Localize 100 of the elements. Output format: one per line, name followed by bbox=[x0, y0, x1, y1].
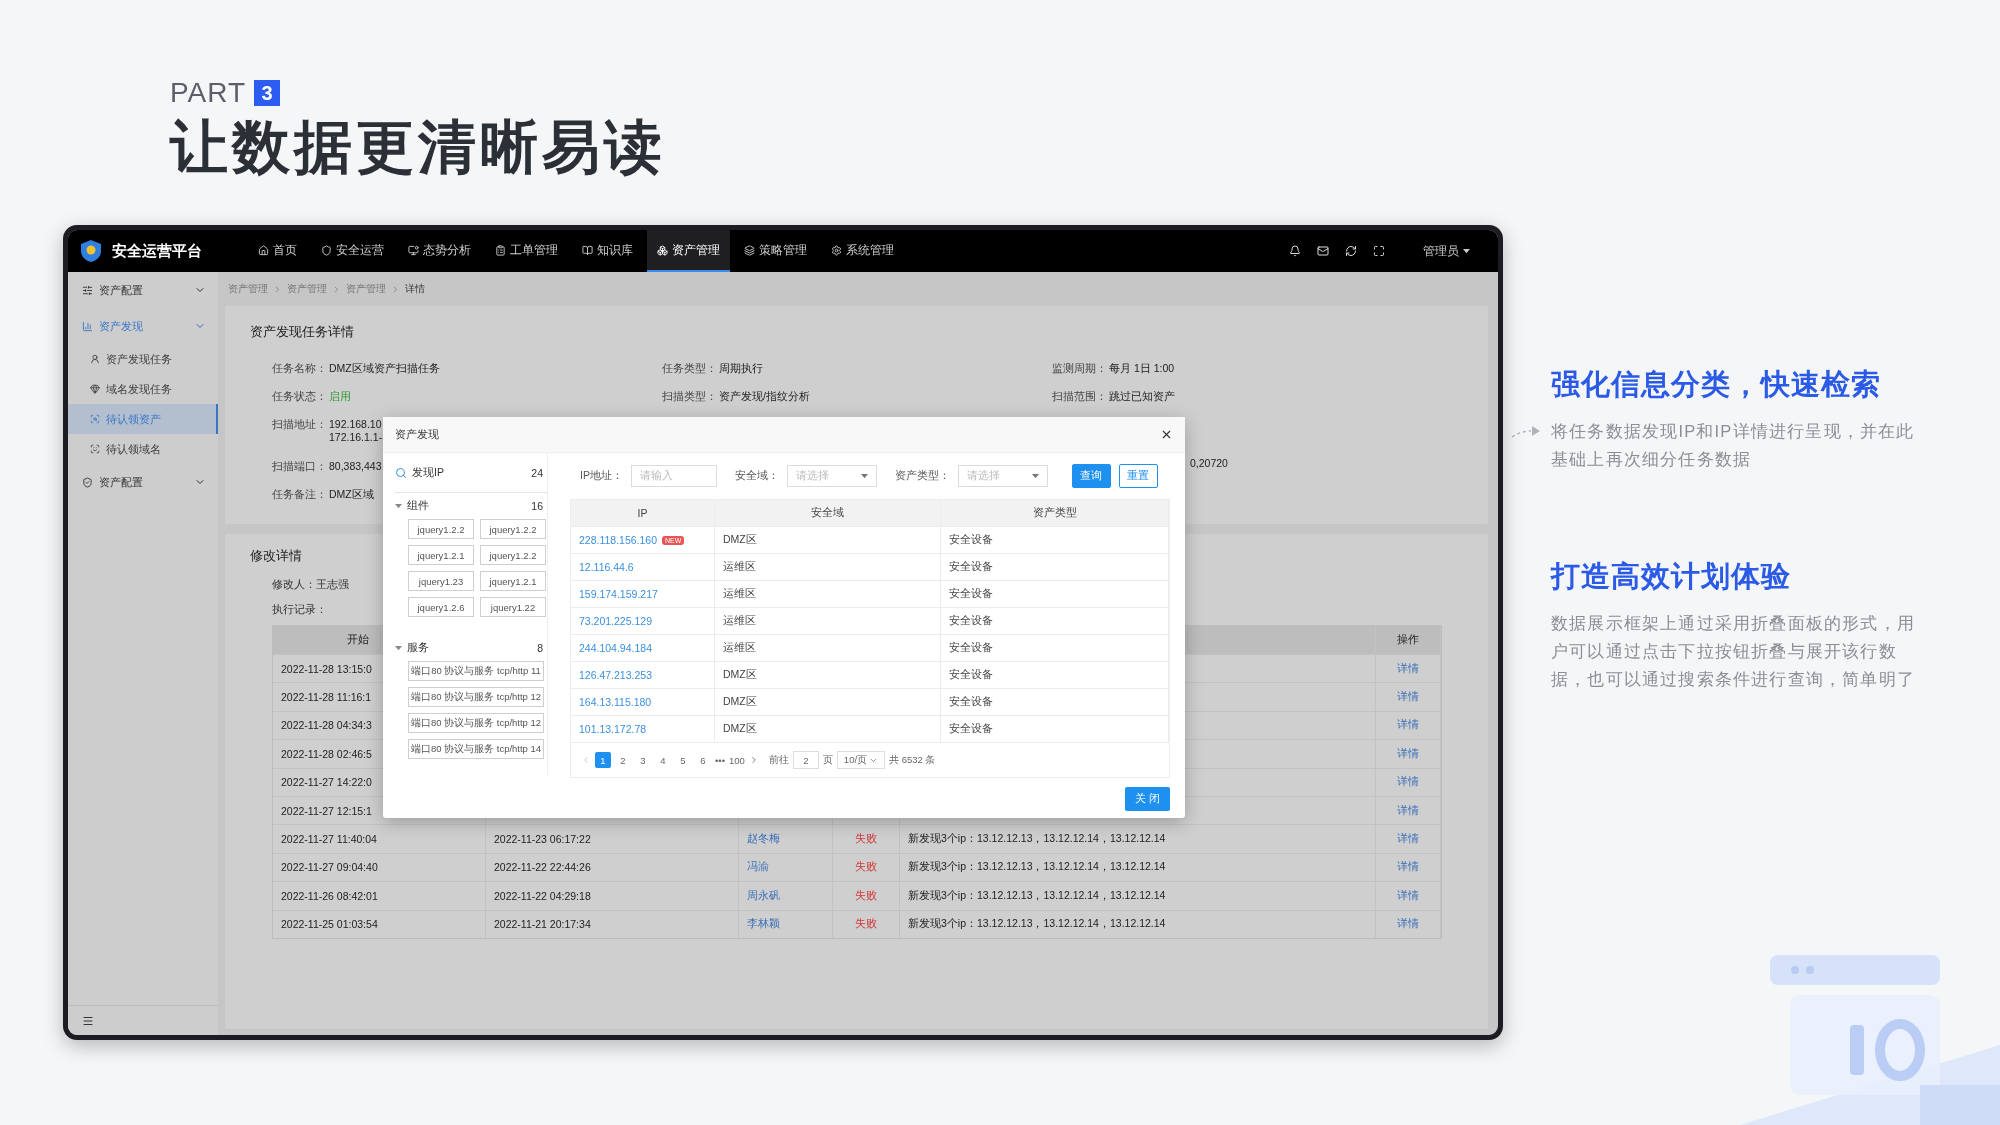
ip-link[interactable]: 164.13.115.180 bbox=[579, 696, 652, 708]
table-cell: 新发现3个ip：13.12.12.13，13.12.12.14，13.12.12.14 bbox=[900, 910, 1376, 938]
close-icon[interactable] bbox=[1160, 428, 1173, 441]
page-unit: 页 bbox=[822, 753, 833, 767]
detail-link[interactable]: 详情 bbox=[1376, 683, 1441, 711]
card-title: 修改详情 bbox=[250, 548, 302, 565]
mail-icon[interactable] bbox=[1317, 245, 1329, 257]
sliders-icon bbox=[82, 284, 93, 296]
table-cell: 新发现3个ip：13.12.12.13，13.12.12.14，13.12.12.14 bbox=[900, 882, 1376, 910]
page-button[interactable]: 6 bbox=[695, 752, 711, 768]
part-number: 3 bbox=[254, 80, 281, 106]
detail-label: 扫描地址： bbox=[272, 418, 327, 432]
filter-tag[interactable]: 端口80 协议与服务 tcp/http 11 bbox=[408, 661, 544, 681]
nav-tab[interactable]: 态势分析 bbox=[398, 230, 481, 272]
nav-tab[interactable]: 系统管理 bbox=[821, 230, 904, 272]
detail-link[interactable]: 详情 bbox=[1376, 910, 1441, 938]
table-cell: 2022-11-27 11:40:04 bbox=[273, 825, 486, 853]
nav-tab[interactable]: 策略管理 bbox=[734, 230, 817, 272]
caret-icon bbox=[395, 503, 402, 509]
ip-link[interactable]: 244.104.94.184 bbox=[579, 642, 652, 654]
close-button[interactable]: 关 闭 bbox=[1125, 787, 1170, 811]
shield-icon bbox=[321, 244, 332, 256]
detail-link[interactable]: 详情 bbox=[1376, 711, 1441, 740]
page-input[interactable]: 2 bbox=[792, 751, 819, 769]
monitor-icon bbox=[408, 244, 419, 256]
search-button[interactable]: 查询 bbox=[1071, 464, 1111, 488]
ip-link[interactable]: 73.201.225.129 bbox=[579, 615, 652, 627]
page-button[interactable]: 5 bbox=[675, 752, 691, 768]
chevron-right-icon bbox=[332, 284, 341, 294]
sidebar-group[interactable]: 资产配置 bbox=[68, 464, 218, 500]
status-text: 失败 bbox=[833, 825, 900, 853]
nav-tab[interactable]: 首页 bbox=[248, 230, 307, 272]
feature-text: 数据展示框架上通过采用折叠面板的形式，用户可以通过点击下拉按钮折叠与展开该行数据，也可以通过搜索条件进行查询，简单明了 bbox=[1551, 613, 1916, 690]
filter-label: IP地址： bbox=[580, 469, 623, 483]
nav-tab[interactable]: 工单管理 bbox=[485, 230, 568, 272]
fullscreen-icon[interactable] bbox=[1373, 245, 1385, 257]
detail-link[interactable]: 详情 bbox=[1376, 853, 1441, 882]
bell-icon[interactable] bbox=[1289, 245, 1301, 257]
page-button[interactable]: 1 bbox=[595, 752, 611, 768]
count-text: 16 bbox=[531, 500, 543, 512]
chevron-right-icon bbox=[273, 284, 282, 294]
table-cell: 2022-11-27 09:04:40 bbox=[273, 853, 486, 882]
ip-link[interactable]: 126.47.213.253 bbox=[579, 669, 652, 681]
sidebar-group[interactable]: 资产配置 bbox=[68, 272, 218, 308]
count-text: 8 bbox=[537, 642, 543, 654]
group-toggle[interactable]: 组件 bbox=[395, 499, 429, 513]
filter-tag[interactable]: jquery1.22 bbox=[480, 597, 546, 617]
detail-label: 任务备注： bbox=[272, 488, 327, 502]
detail-label: 扫描端口： bbox=[272, 460, 327, 474]
nav-tab[interactable]: 资产管理 bbox=[647, 230, 730, 272]
detail-link[interactable]: 详情 bbox=[1376, 655, 1441, 683]
status-text: 失败 bbox=[833, 853, 900, 882]
detail-label: 扫描类型： bbox=[662, 390, 717, 404]
operator-link[interactable]: 赵冬梅 bbox=[739, 825, 833, 853]
scan-search-icon bbox=[90, 414, 100, 424]
nav-tab[interactable]: 知识库 bbox=[572, 230, 643, 272]
page-button[interactable]: 100 bbox=[729, 754, 745, 766]
page-button[interactable]: 4 bbox=[655, 752, 671, 768]
page-size-select[interactable]: 10/页 bbox=[836, 751, 886, 769]
scan-icon bbox=[90, 444, 100, 454]
caret-icon bbox=[1031, 473, 1039, 479]
nav-tab[interactable]: 安全运营 bbox=[311, 230, 394, 272]
filter-tag[interactable]: jquery1.2.2 bbox=[480, 545, 546, 565]
reset-button[interactable]: 重置 bbox=[1118, 464, 1158, 488]
filter-tag[interactable]: jquery1.23 bbox=[408, 571, 474, 591]
home-icon bbox=[258, 244, 269, 256]
sidebar-item[interactable]: 资产发现任务 bbox=[68, 344, 218, 374]
detail-link[interactable]: 详情 bbox=[1376, 825, 1441, 853]
card-title: 资产发现任务详情 bbox=[250, 324, 354, 341]
filter-tag[interactable]: jquery1.2.6 bbox=[408, 597, 474, 617]
ip-link[interactable]: 228.118.156.160 bbox=[579, 534, 658, 546]
detail-link[interactable]: 详情 bbox=[1376, 882, 1441, 910]
detail-label: 扫描范围： bbox=[1052, 390, 1107, 404]
user-icon bbox=[90, 354, 100, 364]
refresh-icon[interactable] bbox=[1345, 245, 1357, 257]
filter-tag[interactable]: jquery1.2.1 bbox=[480, 571, 546, 591]
filter-tag[interactable]: jquery1.2.2 bbox=[408, 519, 474, 539]
page-button[interactable]: 2 bbox=[615, 752, 631, 768]
sidebar-item[interactable]: 待认领域名 bbox=[68, 434, 218, 464]
ip-link[interactable]: 101.13.172.78 bbox=[579, 723, 647, 735]
filter-tag[interactable]: jquery1.2.1 bbox=[408, 545, 474, 565]
ip-link[interactable]: 159.174.159.217 bbox=[579, 588, 658, 600]
filter-tag[interactable]: 端口80 协议与服务 tcp/http 14 bbox=[408, 739, 544, 759]
detail-link[interactable]: 详情 bbox=[1376, 768, 1441, 796]
book-icon bbox=[582, 244, 593, 256]
group-toggle[interactable]: 服务 bbox=[395, 641, 429, 655]
detail-link[interactable]: 详情 bbox=[1376, 740, 1441, 768]
operator-link[interactable]: 冯渝 bbox=[739, 853, 833, 882]
operator-link[interactable]: 李林颖 bbox=[739, 910, 833, 938]
user-menu[interactable]: 管理员 bbox=[1423, 243, 1470, 259]
gem-icon bbox=[90, 384, 100, 394]
filter-tag[interactable]: 端口80 协议与服务 tcp/http 12 bbox=[408, 687, 544, 707]
filter-tag[interactable]: 端口80 协议与服务 tcp/http 12 bbox=[408, 713, 544, 733]
menu-icon[interactable] bbox=[82, 1014, 94, 1027]
ip-link[interactable]: 12.116.44.6 bbox=[579, 561, 634, 573]
page-button[interactable]: 3 bbox=[635, 752, 651, 768]
operator-link[interactable]: 周永矾 bbox=[739, 882, 833, 910]
detail-link[interactable]: 详情 bbox=[1376, 796, 1441, 825]
sidebar-item[interactable]: 域名发现任务 bbox=[68, 374, 218, 404]
filter-tag[interactable]: jquery1.2.2 bbox=[480, 519, 546, 539]
